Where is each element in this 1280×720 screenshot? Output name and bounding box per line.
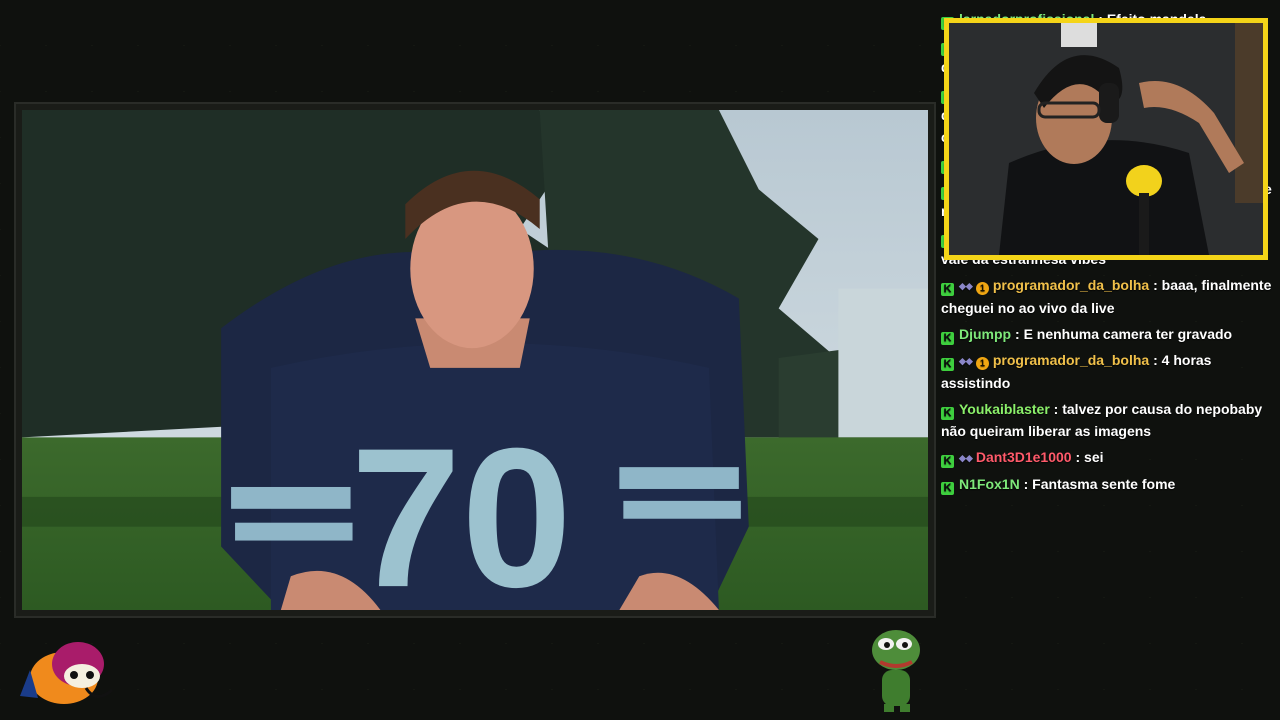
stream-layout: 70 K ◆◆ 1 programador_da_bolha: baaa, f… [0,0,1280,720]
mascot-left-icon [16,626,120,710]
pepe-mascot-icon [866,624,930,712]
chat-message-text: sei [1084,449,1104,465]
chat-username[interactable]: programador_da_bolha [993,352,1149,368]
chat-separator: : [1019,476,1033,492]
chat-separator: : [1149,352,1162,368]
chat-message: K Youkaiblaster : talvez por causa do nep… [941,398,1272,442]
kick-badge-icon: K [941,358,954,371]
video-frame: 70 [14,102,936,618]
football-player-photo: 70 [22,110,928,610]
streamer-webcam-image [949,23,1263,255]
chat-separator: : [1011,326,1024,342]
gift-badge-icon: 1 [975,357,989,370]
chat-message: K N1Fox1N : Fantasma sente fome [941,473,1272,495]
chat-username[interactable]: programador_da_bolha [993,277,1149,293]
sub-badge-icon: ◆◆ [959,356,973,366]
kick-badge-icon: K [941,407,954,420]
webcam-overlay [944,18,1268,260]
sub-badge-icon: ◆◆ [959,281,973,291]
chat-username[interactable]: Dant3D1e1000 [976,449,1072,465]
kick-badge-icon: K [941,332,954,345]
chat-message: K ◆◆ 1 programador_da_bolha : baaa, finalme… [941,274,1272,319]
video-image: 70 [22,110,928,610]
chat-message-text: E nenhuma camera ter gravado [1023,326,1233,342]
kick-badge-icon: K [941,482,954,495]
chat-username[interactable]: Djumpp [959,326,1011,342]
chat-username[interactable]: N1Fox1N [959,476,1020,492]
chat-separator: : [1149,277,1162,293]
chat-message: K Djumpp : E nenhuma camera ter gravado [941,323,1272,345]
svg-text:70: 70 [351,408,572,610]
chat-message: K ◆◆ Dant3D1e1000 : sei [941,446,1272,469]
chat-username[interactable]: Youkaiblaster [959,401,1050,417]
gift-badge-icon: 1 [975,282,989,295]
sub-badge-icon: ◆◆ [959,453,973,463]
kick-badge-icon: K [941,455,954,468]
chat-separator: : [1049,401,1063,417]
chat-separator: : [1071,449,1085,465]
kick-badge-icon: K [941,283,954,296]
chat-message-text: Fantasma sente fome [1032,476,1176,492]
chat-message: K ◆◆ 1 programador_da_bolha : 4 horas assis… [941,349,1272,394]
